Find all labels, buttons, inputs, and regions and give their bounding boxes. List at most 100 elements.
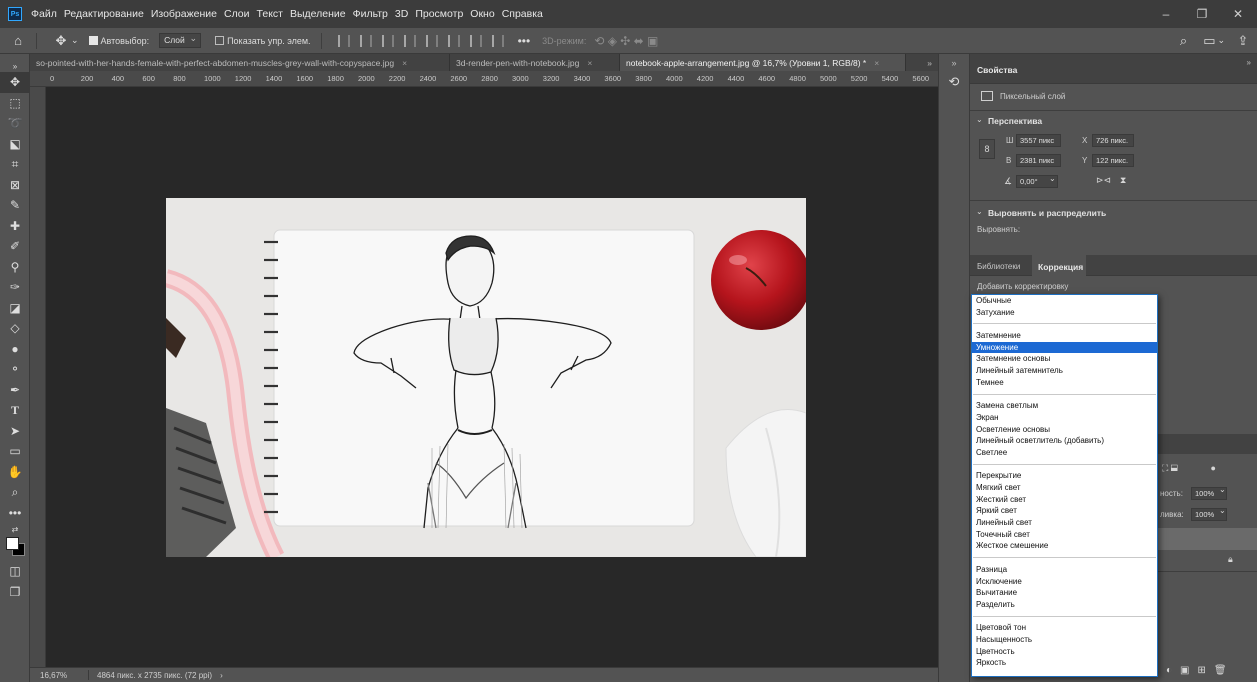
tab-document-1[interactable]: so-pointed-with-her-hands-female-with-pe… xyxy=(30,54,450,71)
home-icon[interactable]: ⌂ xyxy=(10,33,26,49)
menu-3d[interactable]: 3D xyxy=(395,8,408,20)
move-tool-icon[interactable]: ✥ xyxy=(0,72,30,93)
menu-help[interactable]: Справка xyxy=(502,8,543,20)
history-brush-tool-icon[interactable]: ✑ xyxy=(0,277,30,298)
blend-mode-option[interactable]: Вычитание xyxy=(972,587,1157,599)
minimize-icon[interactable]: – xyxy=(1159,7,1173,21)
workspace-icon[interactable]: ▭ xyxy=(1201,33,1217,49)
zoom-tool-icon[interactable]: ⌕ xyxy=(0,482,30,503)
frame-tool-icon[interactable]: ⊠ xyxy=(0,175,30,196)
menu-layers[interactable]: Слои xyxy=(224,8,250,20)
collapse-toolbar-icon[interactable]: » xyxy=(0,60,30,72)
flip-vertical-icon[interactable]: ⧗ xyxy=(1120,175,1126,186)
eraser-tool-icon[interactable]: ◪ xyxy=(0,298,30,319)
layer-filter-icons[interactable]: ⛶ ⬓ ● xyxy=(1162,463,1216,474)
blend-mode-option[interactable]: Осветление основы xyxy=(972,424,1157,436)
x-field[interactable]: 726 пикс. xyxy=(1092,134,1134,147)
blend-mode-option[interactable]: Затемнение основы xyxy=(972,353,1157,365)
rectangle-tool-icon[interactable]: ▭ xyxy=(0,441,30,462)
blend-mode-option[interactable]: Линейный свет xyxy=(972,517,1157,529)
history-panel-icon[interactable]: ⟲ xyxy=(939,74,969,90)
distribute-icon[interactable] xyxy=(491,34,504,47)
blend-mode-option[interactable]: Мягкий свет xyxy=(972,482,1157,494)
chevron-down-icon[interactable]: ⌄ xyxy=(976,115,983,124)
more-options-icon[interactable]: ••• xyxy=(518,34,531,48)
orbit-3d-icon[interactable]: ⟲ ◈ ✣ ⬌ ▣ xyxy=(594,34,658,48)
blend-mode-option[interactable]: Насыщенность xyxy=(972,634,1157,646)
blend-mode-option[interactable]: Светлее xyxy=(972,447,1157,459)
blend-mode-option[interactable]: Цветность xyxy=(972,646,1157,658)
brush-tool-icon[interactable]: ✐ xyxy=(0,236,30,257)
chevron-down-icon[interactable]: ⌄ xyxy=(1217,35,1225,46)
chevron-down-icon[interactable]: ⌄ xyxy=(1219,485,1226,494)
blend-mode-option[interactable]: Затухание xyxy=(972,307,1157,319)
color-swatches[interactable] xyxy=(0,535,30,561)
menu-edit[interactable]: Редактирование xyxy=(64,8,144,20)
document-canvas[interactable] xyxy=(166,198,806,557)
move-tool-icon[interactable]: ✥ xyxy=(53,33,69,49)
dodge-tool-icon[interactable]: ⚬ xyxy=(0,359,30,380)
perspective-section-title[interactable]: Перспектива xyxy=(988,116,1042,126)
search-icon[interactable]: ⌕ xyxy=(1175,33,1191,49)
menu-type[interactable]: Текст xyxy=(257,8,283,20)
tab-libraries[interactable]: Библиотеки xyxy=(977,262,1020,271)
blend-mode-option[interactable]: Умножение xyxy=(972,341,1157,354)
layer-row[interactable] xyxy=(1158,550,1257,572)
menu-image[interactable]: Изображение xyxy=(151,8,217,20)
menu-file[interactable]: Файл xyxy=(31,8,57,20)
close-tab-icon[interactable]: × xyxy=(402,58,407,68)
flip-horizontal-icon[interactable]: ⊳⊲ xyxy=(1096,175,1111,186)
auto-select-dropdown[interactable]: Слой xyxy=(159,32,202,48)
height-field[interactable]: 2381 пикс xyxy=(1016,154,1061,167)
swap-colors-icon[interactable]: ⇄ xyxy=(0,523,30,535)
menu-filter[interactable]: Фильтр xyxy=(353,8,388,20)
tab-document-3[interactable]: notebook-apple-arrangement.jpg @ 16,7% (… xyxy=(620,54,906,71)
clone-stamp-tool-icon[interactable]: ⚲ xyxy=(0,257,30,278)
close-tab-icon[interactable]: × xyxy=(874,58,879,68)
blend-mode-option[interactable]: Жесткий свет xyxy=(972,494,1157,506)
align-section-title[interactable]: Выровнять и распределить xyxy=(988,208,1106,218)
blend-mode-option[interactable]: Обычные xyxy=(972,295,1157,307)
screen-mode-icon[interactable]: ❐ xyxy=(0,582,30,603)
blend-mode-option[interactable]: Линейный осветлитель (добавить) xyxy=(972,435,1157,447)
close-icon[interactable]: ✕ xyxy=(1231,7,1245,21)
align-right-icon[interactable] xyxy=(381,34,394,47)
blend-mode-option[interactable]: Темнее xyxy=(972,377,1157,389)
paint-bucket-tool-icon[interactable]: ◇ xyxy=(0,318,30,339)
expand-panels-icon[interactable]: » xyxy=(1247,58,1251,67)
status-menu-icon[interactable]: › xyxy=(220,671,223,680)
pen-tool-icon[interactable]: ✒ xyxy=(0,380,30,401)
tabs-overflow-icon[interactable]: » xyxy=(921,54,938,71)
blend-mode-option[interactable]: Разделить xyxy=(972,599,1157,611)
foreground-color-swatch[interactable] xyxy=(6,537,19,550)
align-bottom-icon[interactable] xyxy=(447,34,460,47)
align-middle-icon[interactable] xyxy=(425,34,438,47)
chevron-down-icon[interactable]: ⌄ xyxy=(976,207,983,216)
blend-mode-option[interactable]: Яркий свет xyxy=(972,505,1157,517)
marquee-tool-icon[interactable]: ⬚ xyxy=(0,93,30,114)
blend-mode-option[interactable]: Линейный затемнитель xyxy=(972,365,1157,377)
blend-mode-option[interactable]: Жесткое смешение xyxy=(972,540,1157,552)
edit-toolbar-icon[interactable]: ••• xyxy=(0,503,30,524)
distribute-icon[interactable] xyxy=(469,34,482,47)
align-left-icon[interactable] xyxy=(337,34,350,47)
blend-mode-option[interactable]: Разница xyxy=(972,564,1157,576)
link-icon[interactable]: 8 xyxy=(979,139,995,159)
blend-mode-option[interactable]: Исключение xyxy=(972,576,1157,588)
blend-mode-option[interactable]: Экран xyxy=(972,412,1157,424)
y-field[interactable]: 122 пикс. xyxy=(1092,154,1134,167)
blend-mode-option[interactable]: Яркость xyxy=(972,657,1157,669)
chevron-down-icon[interactable]: ⌄ xyxy=(1049,174,1056,183)
align-top-icon[interactable] xyxy=(403,34,416,47)
restore-icon[interactable]: ❐ xyxy=(1195,7,1209,21)
blend-mode-option[interactable]: Перекрытие xyxy=(972,470,1157,482)
hand-tool-icon[interactable]: ✋ xyxy=(0,462,30,483)
blend-mode-dropdown[interactable]: Обычные Затухание Затемнение Умножение Затем… xyxy=(971,294,1158,677)
share-icon[interactable]: ⇪ xyxy=(1235,33,1251,49)
tab-adjustments[interactable]: Коррекция xyxy=(1032,255,1086,277)
quick-mask-icon[interactable]: ◫ xyxy=(0,561,30,582)
menu-view[interactable]: Просмотр xyxy=(415,8,463,20)
show-transform-checkbox[interactable] xyxy=(215,36,225,45)
blur-tool-icon[interactable]: ● xyxy=(0,339,30,360)
blend-mode-option[interactable]: Цветовой тон xyxy=(972,622,1157,634)
